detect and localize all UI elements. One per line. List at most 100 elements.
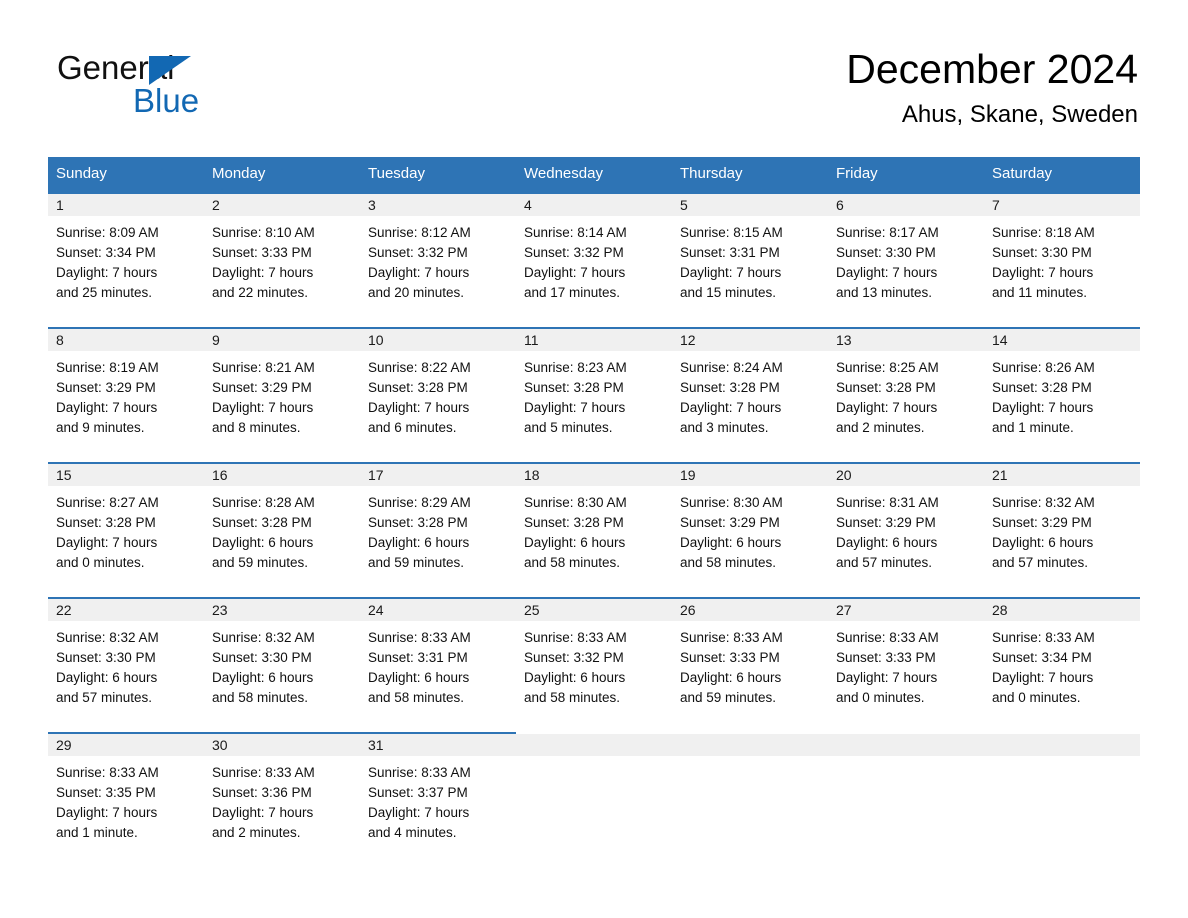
day-cell[interactable]: 14 Sunrise: 8:26 AM Sunset: 3:28 PM Dayl… (984, 327, 1140, 462)
daylight-text-line2: and 5 minutes. (524, 420, 613, 435)
daylight-text-line1: Daylight: 7 hours (368, 265, 470, 280)
day-number: 29 (48, 732, 204, 756)
day-cell[interactable]: 27 Sunrise: 8:33 AM Sunset: 3:33 PM Dayl… (828, 597, 984, 732)
daylight-text-line2: and 58 minutes. (524, 690, 621, 705)
day-cell-empty (516, 732, 672, 867)
day-cell[interactable]: 15 Sunrise: 8:27 AM Sunset: 3:28 PM Dayl… (48, 462, 204, 597)
day-details: Sunrise: 8:21 AM Sunset: 3:29 PM Dayligh… (204, 351, 360, 438)
logo-triangle-icon (149, 56, 191, 85)
sunrise-text: Sunrise: 8:30 AM (680, 495, 783, 510)
sunset-text: Sunset: 3:34 PM (992, 650, 1092, 665)
daylight-text-line2: and 58 minutes. (524, 555, 621, 570)
day-cell[interactable]: 30 Sunrise: 8:33 AM Sunset: 3:36 PM Dayl… (204, 732, 360, 867)
sunset-text: Sunset: 3:28 PM (680, 380, 780, 395)
day-cell[interactable]: 3 Sunrise: 8:12 AM Sunset: 3:32 PM Dayli… (360, 192, 516, 327)
day-cell[interactable]: 6 Sunrise: 8:17 AM Sunset: 3:30 PM Dayli… (828, 192, 984, 327)
daylight-text-line1: Daylight: 7 hours (368, 805, 470, 820)
day-cell[interactable]: 11 Sunrise: 8:23 AM Sunset: 3:28 PM Dayl… (516, 327, 672, 462)
sunrise-text: Sunrise: 8:30 AM (524, 495, 627, 510)
day-number: 26 (672, 597, 828, 621)
day-cell[interactable]: 28 Sunrise: 8:33 AM Sunset: 3:34 PM Dayl… (984, 597, 1140, 732)
daylight-text-line1: Daylight: 7 hours (836, 670, 938, 685)
daylight-text-line1: Daylight: 7 hours (212, 805, 314, 820)
daylight-text-line2: and 15 minutes. (680, 285, 777, 300)
sunrise-text: Sunrise: 8:33 AM (56, 765, 159, 780)
day-details: Sunrise: 8:10 AM Sunset: 3:33 PM Dayligh… (204, 216, 360, 303)
sunset-text: Sunset: 3:28 PM (524, 380, 624, 395)
sunrise-text: Sunrise: 8:32 AM (992, 495, 1095, 510)
day-number (672, 732, 828, 756)
day-cell[interactable]: 17 Sunrise: 8:29 AM Sunset: 3:28 PM Dayl… (360, 462, 516, 597)
daylight-text-line2: and 2 minutes. (212, 825, 301, 840)
day-number: 8 (48, 327, 204, 351)
day-cell[interactable]: 9 Sunrise: 8:21 AM Sunset: 3:29 PM Dayli… (204, 327, 360, 462)
daylight-text-line1: Daylight: 7 hours (524, 265, 626, 280)
generalblue-logo[interactable]: General Blue (57, 50, 357, 122)
sunrise-text: Sunrise: 8:19 AM (56, 360, 159, 375)
day-cell[interactable]: 2 Sunrise: 8:10 AM Sunset: 3:33 PM Dayli… (204, 192, 360, 327)
sunset-text: Sunset: 3:29 PM (212, 380, 312, 395)
week-row: 15 Sunrise: 8:27 AM Sunset: 3:28 PM Dayl… (48, 462, 1140, 597)
day-details: Sunrise: 8:29 AM Sunset: 3:28 PM Dayligh… (360, 486, 516, 573)
day-cell[interactable]: 22 Sunrise: 8:32 AM Sunset: 3:30 PM Dayl… (48, 597, 204, 732)
day-cell[interactable]: 13 Sunrise: 8:25 AM Sunset: 3:28 PM Dayl… (828, 327, 984, 462)
weekday-header-thursday: Thursday (680, 165, 743, 182)
daylight-text-line2: and 17 minutes. (524, 285, 621, 300)
day-cell[interactable]: 4 Sunrise: 8:14 AM Sunset: 3:32 PM Dayli… (516, 192, 672, 327)
day-number (828, 732, 984, 756)
sunset-text: Sunset: 3:33 PM (680, 650, 780, 665)
sunrise-text: Sunrise: 8:15 AM (680, 225, 783, 240)
day-cell-empty (672, 732, 828, 867)
day-cell[interactable]: 21 Sunrise: 8:32 AM Sunset: 3:29 PM Dayl… (984, 462, 1140, 597)
daylight-text-line1: Daylight: 7 hours (524, 400, 626, 415)
daylight-text-line2: and 6 minutes. (368, 420, 457, 435)
day-cell[interactable]: 1 Sunrise: 8:09 AM Sunset: 3:34 PM Dayli… (48, 192, 204, 327)
day-cell-empty (984, 732, 1140, 867)
calendar-grid: Sunday Monday Tuesday Wednesday Thursday… (48, 157, 1140, 867)
day-details: Sunrise: 8:30 AM Sunset: 3:28 PM Dayligh… (516, 486, 672, 573)
daylight-text-line2: and 59 minutes. (680, 690, 777, 705)
day-number: 18 (516, 462, 672, 486)
day-cell[interactable]: 25 Sunrise: 8:33 AM Sunset: 3:32 PM Dayl… (516, 597, 672, 732)
day-number: 31 (360, 732, 516, 756)
daylight-text-line2: and 57 minutes. (56, 690, 153, 705)
daylight-text-line1: Daylight: 6 hours (368, 535, 470, 550)
day-cell[interactable]: 26 Sunrise: 8:33 AM Sunset: 3:33 PM Dayl… (672, 597, 828, 732)
sunrise-text: Sunrise: 8:26 AM (992, 360, 1095, 375)
day-cell[interactable]: 23 Sunrise: 8:32 AM Sunset: 3:30 PM Dayl… (204, 597, 360, 732)
day-number: 15 (48, 462, 204, 486)
week-row: 1 Sunrise: 8:09 AM Sunset: 3:34 PM Dayli… (48, 192, 1140, 327)
daylight-text-line2: and 0 minutes. (56, 555, 145, 570)
sunset-text: Sunset: 3:32 PM (524, 650, 624, 665)
day-cell[interactable]: 10 Sunrise: 8:22 AM Sunset: 3:28 PM Dayl… (360, 327, 516, 462)
daylight-text-line2: and 59 minutes. (212, 555, 309, 570)
day-details: Sunrise: 8:27 AM Sunset: 3:28 PM Dayligh… (48, 486, 204, 573)
day-cell[interactable]: 19 Sunrise: 8:30 AM Sunset: 3:29 PM Dayl… (672, 462, 828, 597)
day-details: Sunrise: 8:32 AM Sunset: 3:30 PM Dayligh… (48, 621, 204, 708)
day-cell[interactable]: 7 Sunrise: 8:18 AM Sunset: 3:30 PM Dayli… (984, 192, 1140, 327)
day-number: 22 (48, 597, 204, 621)
day-cell[interactable]: 18 Sunrise: 8:30 AM Sunset: 3:28 PM Dayl… (516, 462, 672, 597)
day-cell[interactable]: 31 Sunrise: 8:33 AM Sunset: 3:37 PM Dayl… (360, 732, 516, 867)
day-cell[interactable]: 8 Sunrise: 8:19 AM Sunset: 3:29 PM Dayli… (48, 327, 204, 462)
daylight-text-line2: and 3 minutes. (680, 420, 769, 435)
sunset-text: Sunset: 3:29 PM (836, 515, 936, 530)
logo-text-blue: Blue (133, 82, 200, 119)
day-cell[interactable]: 29 Sunrise: 8:33 AM Sunset: 3:35 PM Dayl… (48, 732, 204, 867)
sunset-text: Sunset: 3:28 PM (836, 380, 936, 395)
daylight-text-line2: and 4 minutes. (368, 825, 457, 840)
day-number: 14 (984, 327, 1140, 351)
sunrise-text: Sunrise: 8:17 AM (836, 225, 939, 240)
sunset-text: Sunset: 3:29 PM (992, 515, 1092, 530)
sunrise-text: Sunrise: 8:28 AM (212, 495, 315, 510)
day-cell[interactable]: 20 Sunrise: 8:31 AM Sunset: 3:29 PM Dayl… (828, 462, 984, 597)
sunrise-text: Sunrise: 8:31 AM (836, 495, 939, 510)
day-cell[interactable]: 12 Sunrise: 8:24 AM Sunset: 3:28 PM Dayl… (672, 327, 828, 462)
daylight-text-line2: and 1 minute. (56, 825, 138, 840)
day-cell[interactable]: 16 Sunrise: 8:28 AM Sunset: 3:28 PM Dayl… (204, 462, 360, 597)
day-details: Sunrise: 8:30 AM Sunset: 3:29 PM Dayligh… (672, 486, 828, 573)
day-cell[interactable]: 24 Sunrise: 8:33 AM Sunset: 3:31 PM Dayl… (360, 597, 516, 732)
day-cell[interactable]: 5 Sunrise: 8:15 AM Sunset: 3:31 PM Dayli… (672, 192, 828, 327)
day-number (984, 732, 1140, 756)
day-details: Sunrise: 8:33 AM Sunset: 3:35 PM Dayligh… (48, 756, 204, 843)
